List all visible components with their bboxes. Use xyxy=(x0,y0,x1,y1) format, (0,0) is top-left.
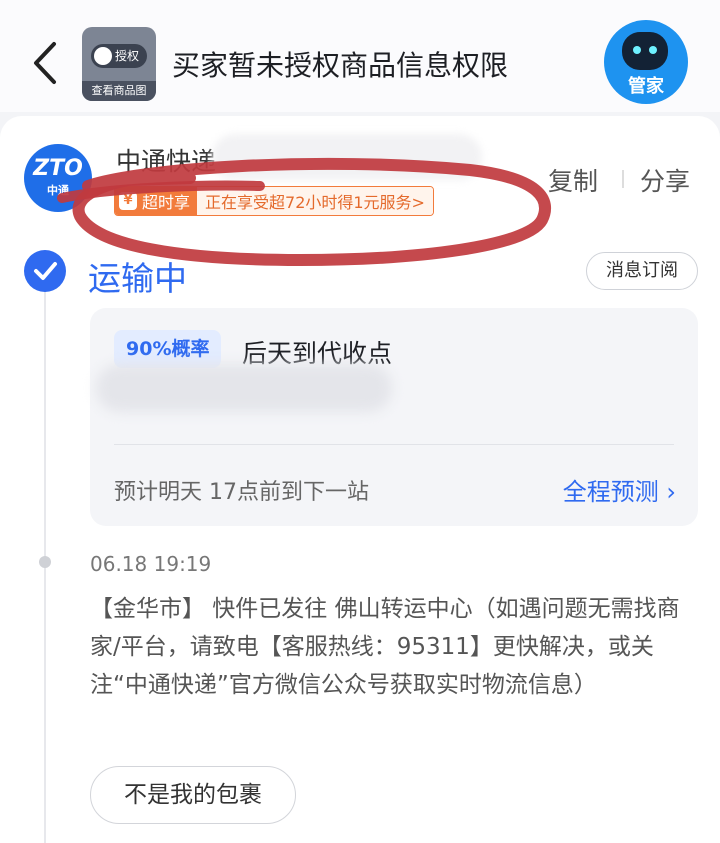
not-my-package-button[interactable]: 不是我的包裹 xyxy=(90,766,296,824)
zto-logo-subtext: 中通 xyxy=(47,184,69,197)
robot-eye-right xyxy=(649,46,657,54)
check-circle-icon xyxy=(24,250,66,292)
authorize-toggle: 授权 xyxy=(91,44,147,68)
divider xyxy=(114,444,674,445)
full-route-forecast-link[interactable]: 全程预测 › xyxy=(563,472,676,507)
page-title: 买家暂未授权商品信息权限 xyxy=(172,49,509,82)
action-divider xyxy=(622,170,624,188)
promo-tag: ¥ 超时享 xyxy=(115,187,198,215)
toggle-knob xyxy=(94,47,112,65)
probability-badge: 90%概率 xyxy=(114,330,222,368)
promo-text: 正在享受超72小时得1元服务> xyxy=(197,187,433,215)
overtime-compensation-banner[interactable]: ¥ 超时享 正在享受超72小时得1元服务> xyxy=(114,186,434,216)
robot-eye-left xyxy=(633,46,641,54)
next-stop-estimate: 预计明天 17点前到下一站 xyxy=(114,480,369,505)
view-product-image-caption: 查看商品图 xyxy=(82,81,156,101)
zto-logo: ZTO 中通 xyxy=(24,144,92,212)
top-bar: 授权 查看商品图 买家暂未授权商品信息权限 管家 xyxy=(0,0,720,112)
courier-name: 中通快递 xyxy=(116,147,217,176)
robot-avatar-icon xyxy=(622,32,668,70)
back-arrow-icon[interactable] xyxy=(26,38,66,88)
event-description: 【金华市】 快件已发往 佛山转运中心（如遇问题无需找商家/平台，请致电【客服热线… xyxy=(90,596,680,698)
promo-tag-label: 超时享 xyxy=(142,193,191,212)
timeline-dot xyxy=(39,556,51,568)
event-timestamp: 06.18 19:19 xyxy=(90,552,212,576)
zto-logo-text: ZTO xyxy=(33,156,83,181)
share-button[interactable]: 分享 xyxy=(640,162,690,198)
butler-label: 管家 xyxy=(628,76,664,97)
redacted-detail xyxy=(96,364,392,412)
redacted-tracking-number xyxy=(212,134,482,180)
butler-assistant-button[interactable]: 管家 xyxy=(604,20,688,104)
authorize-toggle-label: 授权 xyxy=(115,49,140,63)
product-image-placeholder[interactable]: 授权 查看商品图 xyxy=(82,27,156,101)
delivery-estimate-panel: 90%概率 后天到代收点 预计明天 17点前到下一站 全程预测 › xyxy=(90,308,698,526)
message-subscribe-button[interactable]: 消息订阅 xyxy=(586,252,698,290)
copy-button[interactable]: 复制 xyxy=(548,162,598,198)
yuan-shield-icon: ¥ xyxy=(119,192,137,210)
shipment-status: 运输中 xyxy=(88,259,187,298)
